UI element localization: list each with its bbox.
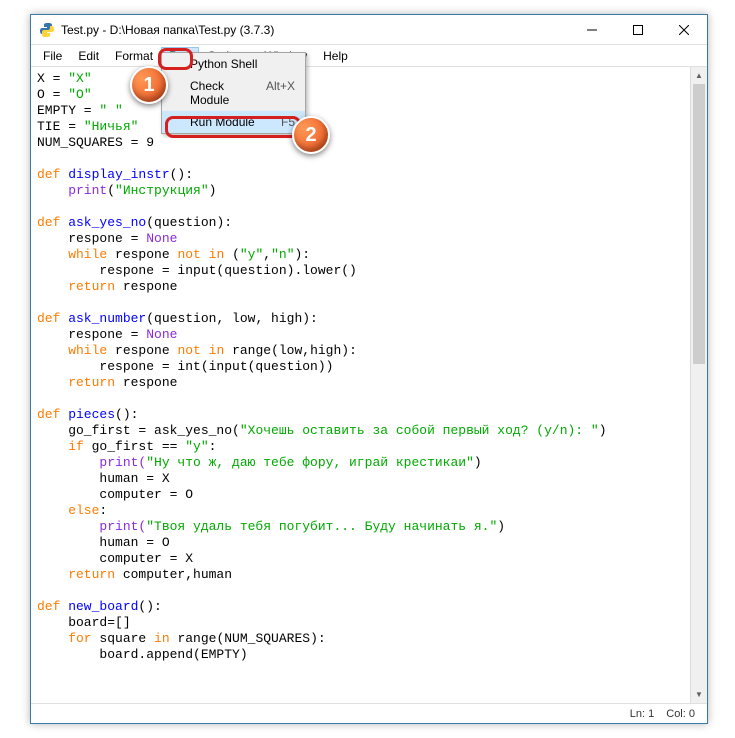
titlebar: Test.py - D:\Новая папка\Test.py (3.7.3) — [31, 15, 707, 45]
app-window: Test.py - D:\Новая папка\Test.py (3.7.3)… — [30, 14, 708, 724]
annotation-badge-2: 2 — [292, 116, 330, 154]
window-title: Test.py - D:\Новая папка\Test.py (3.7.3) — [61, 23, 569, 37]
window-controls — [569, 15, 707, 44]
menu-file[interactable]: File — [35, 47, 70, 65]
scroll-down-arrow[interactable]: ▼ — [691, 686, 707, 703]
status-col: Col: 0 — [666, 708, 695, 720]
scroll-thumb[interactable] — [693, 84, 705, 364]
status-line: Ln: 1 — [630, 708, 654, 720]
statusbar: Ln: 1 Col: 0 — [31, 703, 707, 723]
menubar: File Edit Format Run Options Window Help — [31, 45, 707, 67]
close-button[interactable] — [661, 15, 707, 44]
menu-edit[interactable]: Edit — [70, 47, 107, 65]
menu-check-module[interactable]: Check ModuleAlt+X — [162, 75, 305, 111]
minimize-button[interactable] — [569, 15, 615, 44]
menu-format[interactable]: Format — [107, 47, 161, 65]
python-icon — [39, 22, 55, 38]
menu-run-module[interactable]: Run ModuleF5 — [162, 111, 305, 133]
menu-help[interactable]: Help — [315, 47, 356, 65]
scroll-track[interactable] — [691, 84, 707, 686]
vertical-scrollbar[interactable]: ▲ ▼ — [690, 67, 707, 703]
annotation-badge-1: 1 — [130, 66, 168, 104]
scroll-up-arrow[interactable]: ▲ — [691, 67, 707, 84]
menu-python-shell[interactable]: Python Shell — [162, 53, 305, 75]
editor-area: X = "X" O = "O" EMPTY = " " TIE = "Ничья… — [31, 67, 707, 703]
code-editor[interactable]: X = "X" O = "O" EMPTY = " " TIE = "Ничья… — [31, 67, 690, 703]
maximize-button[interactable] — [615, 15, 661, 44]
run-dropdown: Python Shell Check ModuleAlt+X Run Modul… — [161, 52, 306, 134]
